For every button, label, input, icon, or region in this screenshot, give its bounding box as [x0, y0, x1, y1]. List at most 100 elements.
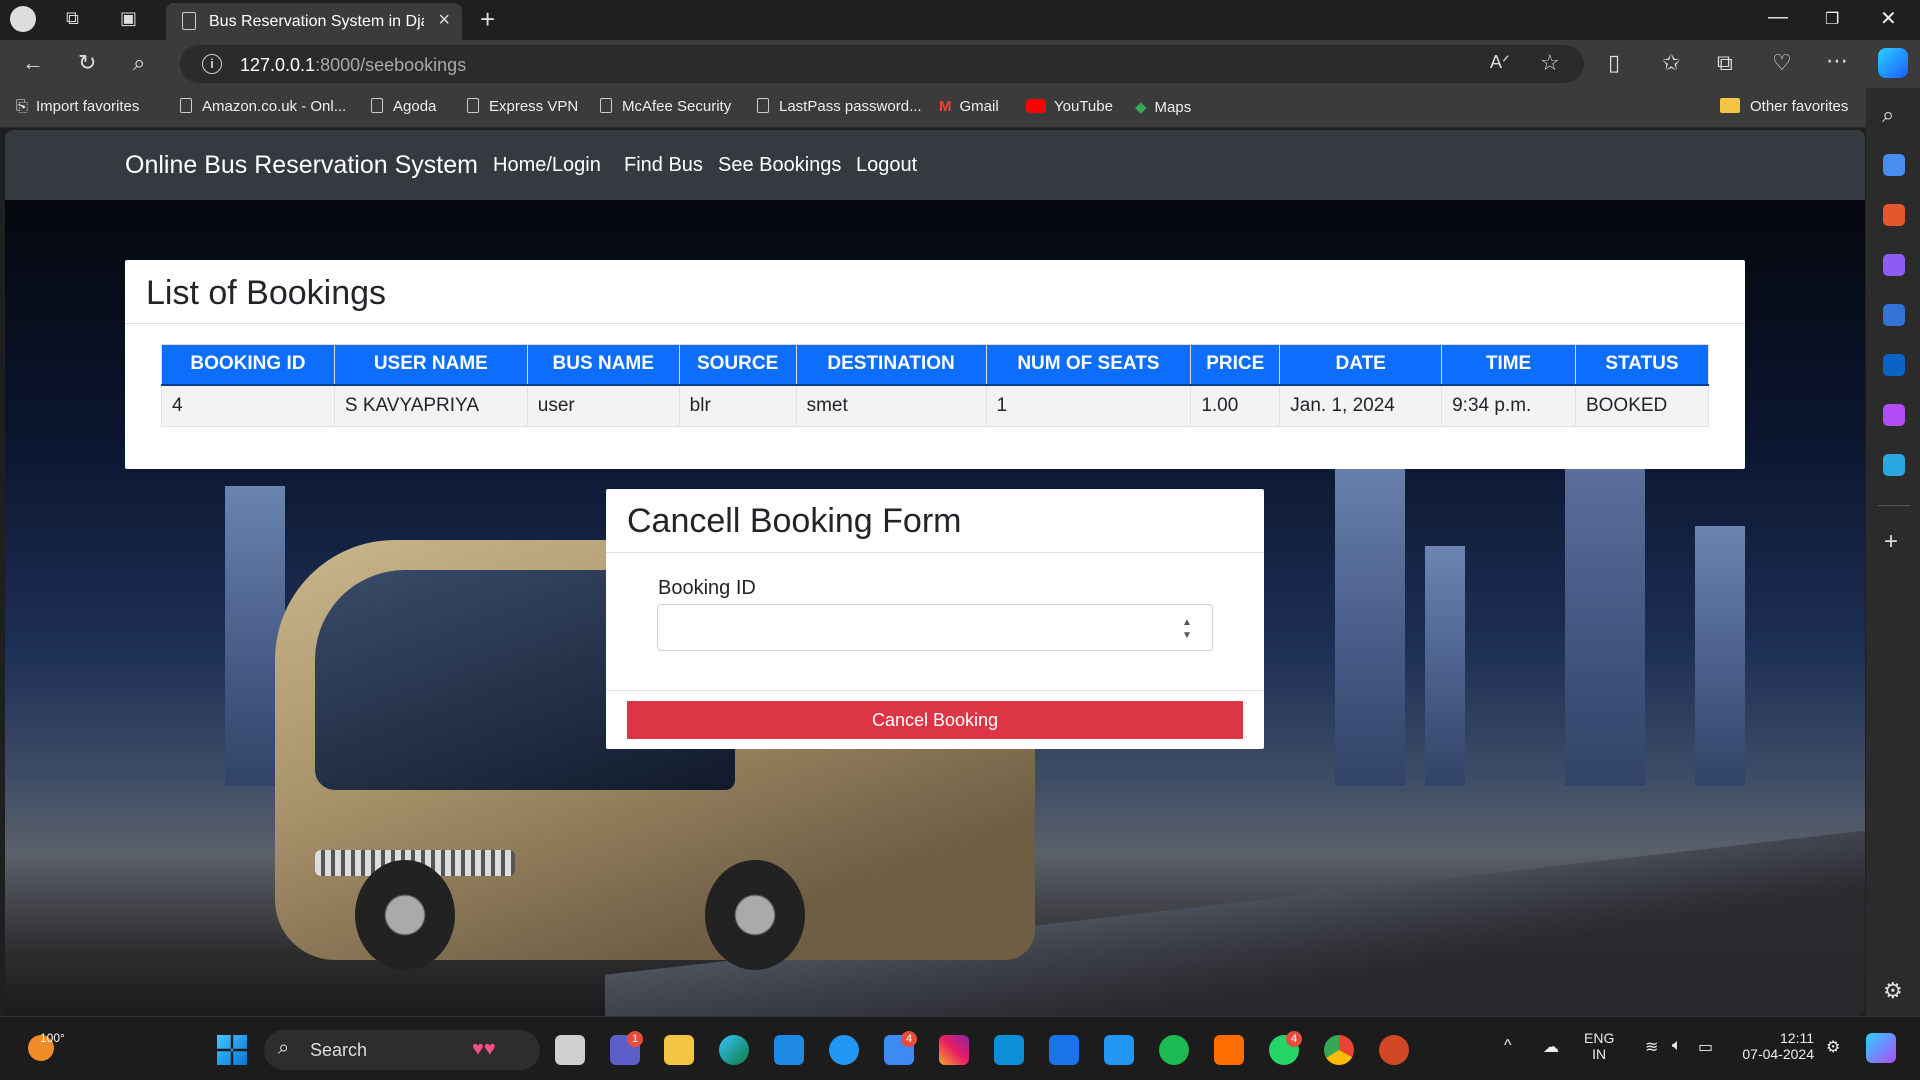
fav-amazon[interactable]: Amazon.co.uk - Onl... [180, 98, 346, 115]
weather-temp: 100° [40, 1031, 65, 1045]
language-indicator[interactable]: ENG IN [1584, 1030, 1614, 1062]
favorite-star-icon[interactable]: ☆ [1540, 50, 1560, 76]
fav-youtube[interactable]: YouTube [1026, 98, 1113, 115]
fav-maps[interactable]: ◆ Maps [1135, 98, 1191, 116]
restore-icon[interactable]: ❐ [1825, 9, 1839, 29]
favorites-bar: ⎘ Import favorites Amazon.co.uk - Onl... … [0, 88, 1920, 128]
browser-essentials-icon[interactable]: ♡ [1772, 50, 1792, 76]
sidebar-search-icon[interactable]: ⌕ [1882, 102, 1894, 128]
powerpoint-icon[interactable] [1379, 1035, 1409, 1065]
add-icon[interactable]: + [1884, 528, 1898, 556]
vlc-icon[interactable] [1214, 1035, 1244, 1065]
fav-label: Import favorites [36, 98, 140, 115]
site-brand[interactable]: Online Bus Reservation System [125, 151, 478, 180]
site-navbar: Online Bus Reservation System Home/Login… [5, 130, 1865, 200]
tab-actions-icon[interactable]: ▣ [120, 8, 137, 29]
volume-icon[interactable]: 🔈︎ [1672, 1037, 1682, 1055]
settings-gear-icon[interactable]: ⚙ [1883, 978, 1903, 1004]
url-text: 127.0.0.1:8000/seebookings [240, 55, 466, 76]
new-tab-icon[interactable]: + [480, 4, 495, 35]
onedrive-icon[interactable]: ☁ [1543, 1037, 1559, 1057]
nav-find-bus[interactable]: Find Bus [624, 154, 703, 177]
copilot-taskbar-icon[interactable] [1866, 1033, 1896, 1063]
send-icon[interactable] [1883, 454, 1905, 476]
page-icon [467, 98, 479, 113]
refresh-icon[interactable]: ↻ [78, 50, 96, 76]
cancel-booking-button[interactable]: Cancel Booking [627, 701, 1243, 739]
games-icon[interactable] [1883, 254, 1905, 276]
tools-icon[interactable] [1883, 204, 1905, 226]
fav-lastpass[interactable]: LastPass password... [757, 98, 922, 115]
chevron-up-icon[interactable]: ^ [1504, 1037, 1512, 1055]
fav-import[interactable]: ⎘ Import favorites [16, 98, 139, 115]
read-aloud-icon[interactable]: Aᐟ [1490, 52, 1510, 73]
webex-icon[interactable] [1049, 1035, 1079, 1065]
back-icon[interactable]: ← [22, 50, 44, 76]
search-label: Search [310, 1040, 368, 1060]
taskbar-search[interactable]: ⌕ Search ♥♥ [264, 1030, 540, 1070]
task-view-icon[interactable] [555, 1035, 585, 1065]
address-bar[interactable]: i 127.0.0.1:8000/seebookings Aᐟ ☆ [180, 45, 1584, 83]
instagram-icon[interactable] [939, 1035, 969, 1065]
building [1335, 456, 1405, 786]
fav-label: Amazon.co.uk - Onl... [202, 98, 347, 115]
split-screen-icon[interactable]: ▯ [1608, 50, 1620, 76]
chrome-icon[interactable] [1324, 1035, 1354, 1065]
fav-agoda[interactable]: Agoda [371, 98, 436, 115]
th-num-seats: NUM OF SEATS [985, 344, 1192, 386]
tab-active[interactable]: Bus Reservation System in Djang × [166, 3, 462, 40]
notification-icon[interactable]: ⚙ [1826, 1037, 1840, 1057]
profile-icon[interactable] [10, 6, 36, 32]
fav-other[interactable]: Other favorites [1720, 98, 1848, 115]
folder-icon [1720, 98, 1740, 113]
table-row: 4 S KAVYAPRIYA user blr smet 1 1.00 Jan.… [161, 384, 1710, 427]
nav-logout[interactable]: Logout [856, 154, 917, 177]
clock[interactable]: 12:11 07-04-2024 [1740, 1030, 1814, 1062]
edge-sidebar: ⌕ + ⚙ [1866, 88, 1920, 1016]
close-window-icon[interactable]: ✕ [1880, 6, 1897, 31]
number-spinner-icon[interactable]: ▲ ▼ [1182, 616, 1192, 642]
store-icon[interactable] [774, 1035, 804, 1065]
vscode-icon[interactable] [1104, 1035, 1134, 1065]
collections-icon[interactable]: ⧉ [1717, 50, 1733, 76]
fav-expressvpn[interactable]: Express VPN [467, 98, 578, 115]
cancel-booking-card: Cancell Booking Form Booking ID ▲ ▼ Cance… [606, 489, 1264, 749]
fav-label: YouTube [1054, 98, 1113, 115]
outlook-icon[interactable] [1883, 354, 1905, 376]
page-viewport: Online Bus Reservation System Home/Login… [5, 130, 1865, 1016]
cell-price: 1.00 [1190, 384, 1281, 427]
divider [606, 552, 1264, 553]
building [1695, 526, 1745, 786]
minimize-icon[interactable]: — [1768, 6, 1788, 29]
shopping-icon[interactable] [1883, 154, 1905, 176]
help-icon[interactable] [829, 1035, 859, 1065]
close-tab-icon[interactable]: × [438, 9, 450, 32]
copilot-sidebar-icon[interactable] [1883, 304, 1905, 326]
search-icon[interactable]: ⌕ [133, 50, 145, 76]
edge-icon[interactable] [719, 1035, 749, 1065]
wifi-icon[interactable]: ≋ [1645, 1037, 1658, 1057]
fav-label: McAfee Security [622, 98, 732, 115]
nav-home-login[interactable]: Home/Login [493, 154, 601, 177]
url-host: 127.0.0.1 [240, 55, 316, 75]
cell-user-name: S KAVYAPRIYA [333, 384, 528, 427]
windows-start-icon[interactable] [217, 1035, 247, 1065]
fav-mcafee[interactable]: McAfee Security [600, 98, 731, 115]
site-info-icon[interactable]: i [202, 54, 222, 74]
copilot-icon[interactable] [1878, 48, 1908, 78]
more-menu-icon[interactable]: ⋯ [1826, 48, 1848, 74]
youtube-icon [1026, 99, 1046, 113]
myhp-icon[interactable] [994, 1035, 1024, 1065]
spotify-icon[interactable] [1159, 1035, 1189, 1065]
file-explorer-icon[interactable] [664, 1035, 694, 1065]
fav-label: LastPass password... [779, 98, 922, 115]
booking-id-input[interactable] [657, 604, 1213, 651]
divider [606, 690, 1264, 691]
cell-num-seats: 1 [985, 384, 1192, 427]
fav-gmail[interactable]: M Gmail [939, 98, 999, 115]
battery-icon[interactable]: ▭ [1698, 1037, 1713, 1057]
nav-see-bookings[interactable]: See Bookings [718, 154, 841, 177]
workspaces-icon[interactable]: ⧉ [66, 8, 79, 29]
favorites-icon[interactable]: ✩ [1662, 50, 1680, 76]
designer-icon[interactable] [1883, 404, 1905, 426]
